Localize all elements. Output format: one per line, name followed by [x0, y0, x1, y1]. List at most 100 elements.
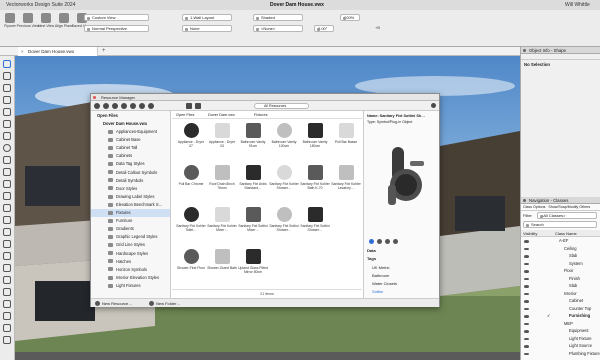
projection-select[interactable]: Normal Perspective — [84, 25, 149, 32]
class-row[interactable]: Light Source — [521, 343, 600, 350]
folder-item[interactable]: Appliances-Equipment — [91, 128, 170, 136]
split-tool-icon[interactable] — [3, 300, 11, 308]
class-row[interactable]: Ceiling — [521, 246, 600, 253]
visibility-eye-icon[interactable] — [524, 337, 529, 341]
class-row[interactable]: Slab — [521, 283, 600, 290]
tab-class-options[interactable]: Class Options — [521, 205, 545, 209]
folder-item[interactable]: Detail Symbols — [91, 177, 170, 185]
folder-item[interactable]: Hardscape Styles — [91, 250, 170, 258]
folder-item[interactable]: Door Styles — [91, 185, 170, 193]
fillet-tool-icon[interactable] — [3, 324, 11, 332]
rotate-tool-icon[interactable] — [3, 276, 11, 284]
folder-item[interactable]: Gradients — [91, 225, 170, 233]
previous-view-button[interactable]: Previous View — [17, 13, 39, 29]
home-icon[interactable] — [103, 103, 109, 109]
import-icon[interactable] — [94, 103, 100, 109]
new-folder-icon[interactable] — [149, 301, 154, 306]
resource-search-field[interactable]: All Resources — [254, 103, 309, 109]
zoom-field[interactable]: 100% — [340, 14, 360, 21]
visibility-eye-icon[interactable] — [524, 307, 529, 311]
data-section-label[interactable]: Data — [367, 248, 376, 253]
breadcrumb-item[interactable]: Dover Dam.vwx — [208, 111, 235, 119]
resource-item[interactable]: Sanitary Fixt Kohler Shower… — [269, 163, 299, 206]
selection-tool-icon[interactable] — [3, 60, 11, 68]
visibility-eye-icon[interactable] — [524, 270, 529, 273]
resource-item[interactable]: Appliance - Dryer 03 — [207, 121, 237, 164]
class-row[interactable]: Finish — [521, 276, 600, 283]
list-view-icon[interactable] — [195, 103, 201, 109]
flyover-button[interactable]: Flyover — [2, 13, 18, 29]
chamfer-tool-icon[interactable] — [3, 336, 11, 344]
folder-item[interactable]: Grid Line Styles — [91, 241, 170, 249]
help-icon[interactable] — [431, 103, 436, 108]
visibility-column-header[interactable]: Visibility — [523, 230, 537, 237]
library-icon[interactable] — [121, 103, 127, 109]
visibility-eye-icon[interactable] — [524, 292, 529, 296]
attribute-tool-icon[interactable] — [3, 204, 11, 212]
resource-item[interactable]: Sanitary Fixt Kohler Lavatory… — [331, 163, 361, 206]
render-mode-select[interactable]: Shaded — [253, 14, 303, 21]
resource-item[interactable]: Bathroom Vanity 100cm — [269, 121, 299, 164]
resource-item[interactable]: Bathroom Vanity 91cm — [238, 121, 268, 164]
class-row[interactable]: System — [521, 261, 600, 268]
new-tab-icon[interactable]: + — [102, 47, 106, 56]
view-select[interactable]: Custom View — [84, 14, 149, 21]
class-select[interactable]: None — [182, 25, 232, 32]
close-tab-icon[interactable]: × — [21, 47, 24, 56]
tab-dover-dam-house[interactable]: × Dover Dam House.vwx — [18, 47, 98, 56]
clip-tool-icon[interactable] — [3, 240, 11, 248]
settings-icon[interactable] — [148, 103, 154, 109]
flyover-tool-icon[interactable] — [3, 216, 11, 224]
tags-section-label[interactable]: Tags — [367, 256, 376, 261]
resource-item[interactable]: Appliance - Dryer 07 — [176, 121, 206, 164]
class-row[interactable]: Equipment — [521, 328, 600, 335]
folder-item[interactable]: Graphic Legend Styles — [91, 233, 170, 241]
dimension-tool-icon[interactable] — [3, 108, 11, 116]
thumbnail-view-icon[interactable] — [186, 103, 192, 109]
resource-item[interactable]: Sanitary Fixt Ardis Standard… — [238, 163, 268, 206]
tab-show-snap-modify[interactable]: Show/Snap/Modify Others — [546, 205, 590, 209]
folder-item[interactable]: Cabinets — [91, 152, 170, 160]
walkthrough-tool-icon[interactable] — [3, 228, 11, 236]
breadcrumb-item[interactable]: Fixtures — [254, 111, 268, 119]
folder-item[interactable]: Cabinet Base — [91, 136, 170, 144]
rectangle-tool-icon[interactable] — [3, 132, 11, 140]
folder-item[interactable]: Detail Callout Symbols — [91, 169, 170, 177]
visibility-eye-icon[interactable] — [524, 315, 529, 318]
folder-item[interactable]: Cabinet Tall — [91, 144, 170, 152]
resource-item[interactable]: Roof Drain 8Inch 76mm — [207, 163, 237, 206]
rotation-field[interactable]: 0.00° — [314, 25, 334, 32]
resource-item[interactable]: Sanitary Fixt Sottini Mixer… — [238, 205, 268, 248]
visibility-eye-icon[interactable] — [524, 255, 529, 258]
align-plane-button[interactable]: Align Plane — [55, 13, 73, 29]
resource-item[interactable]: Pull Bar Chrome — [176, 163, 206, 206]
polyline-tool-icon[interactable] — [3, 168, 11, 176]
class-search-field[interactable]: Search — [523, 221, 597, 228]
class-row[interactable]: Floor — [521, 268, 600, 275]
visibility-eye-icon[interactable] — [524, 247, 529, 251]
zoom-tool-icon[interactable] — [3, 84, 11, 92]
resource-manager-title-bar[interactable]: Resource Manager — [91, 94, 439, 101]
visibility-eye-icon[interactable] — [524, 262, 529, 266]
new-resource-icon[interactable] — [95, 301, 100, 306]
folder-item[interactable]: Data Tag Styles — [91, 160, 170, 168]
preview-zoom-icon[interactable] — [385, 239, 390, 244]
open-files-header[interactable]: Open Files — [91, 112, 170, 120]
preview-info-icon[interactable] — [393, 239, 398, 244]
class-row[interactable]: Counter Top — [521, 306, 600, 313]
close-panel-icon[interactable] — [93, 96, 96, 99]
resource-item[interactable]: Shower-First Floor — [176, 247, 206, 290]
folder-item[interactable]: Light Fixtures — [91, 282, 170, 290]
resource-item[interactable]: Sanitary Fixt Sottini Shower… — [300, 205, 330, 248]
class-row[interactable]: Interior — [521, 291, 600, 298]
class-row[interactable]: Slab — [521, 253, 600, 260]
tag-item[interactable]: UK Metric — [372, 265, 390, 270]
resource-item[interactable]: Upland Glass Fitted Mirror 80cm — [238, 247, 268, 290]
cloud-icon[interactable] — [112, 103, 118, 109]
resource-item[interactable]: Sanitary Fixt Kohler Mixer… — [207, 205, 237, 248]
tag-indicator[interactable]: +B — [375, 25, 380, 30]
class-row[interactable]: MEP — [521, 321, 600, 328]
folder-item[interactable]: Furniture — [91, 217, 170, 225]
tag-item[interactable]: Water Closets — [372, 281, 397, 286]
visibility-eye-icon[interactable] — [524, 277, 529, 281]
